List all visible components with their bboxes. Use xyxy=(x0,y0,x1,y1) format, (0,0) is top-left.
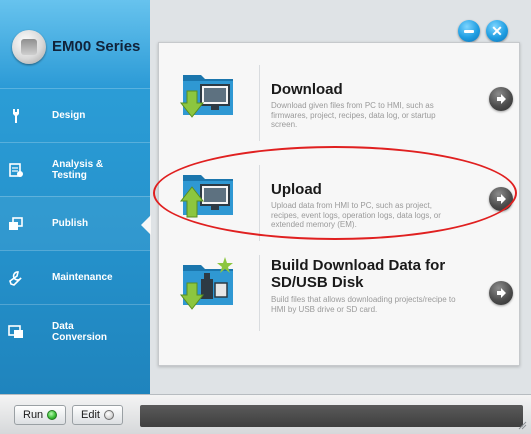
arrow-right-icon xyxy=(497,288,506,298)
build-usb-folder-icon xyxy=(179,257,233,310)
arrow-right-icon xyxy=(497,194,506,204)
download-description: Download given files from PC to HMI, suc… xyxy=(271,101,436,129)
app-title: EM00 Series xyxy=(52,38,141,55)
edit-status-icon xyxy=(103,410,114,420)
bottom-bar: Run Edit xyxy=(0,394,531,434)
sidebar-item-analysis-testing[interactable]: Analysis & Testing xyxy=(0,142,150,196)
run-label: Run xyxy=(23,409,44,421)
upload-folder-icon xyxy=(179,175,233,218)
arrow-right-icon xyxy=(497,94,506,104)
build-download-data-option[interactable]: Build Download Data for SD/USB Disk Buil… xyxy=(159,253,521,339)
app-logo-icon xyxy=(12,30,46,64)
analysis-icon xyxy=(9,163,23,177)
sidebar-item-maintenance[interactable]: Maintenance xyxy=(0,250,150,304)
build-download-data-description: Build files that allows downloading proj… xyxy=(271,295,456,314)
close-icon: ✕ xyxy=(491,22,503,39)
item-divider xyxy=(259,65,260,141)
publish-icon xyxy=(9,217,23,230)
run-mode-button[interactable]: Run xyxy=(14,405,67,425)
edit-mode-button[interactable]: Edit xyxy=(72,405,123,425)
close-button[interactable]: ✕ xyxy=(486,20,508,42)
build-download-data-title: Build Download Data for SD/USB Disk xyxy=(271,257,446,291)
minimize-icon xyxy=(464,29,474,33)
status-bar xyxy=(140,405,523,427)
resize-grip-icon[interactable] xyxy=(517,420,527,430)
minimize-button[interactable] xyxy=(458,20,480,42)
item-divider xyxy=(259,165,260,241)
download-action-button[interactable] xyxy=(489,87,513,111)
sidebar-item-label: Analysis & Testing xyxy=(52,158,104,181)
content-panel: Download Download given files from PC to… xyxy=(158,42,520,366)
download-title: Download xyxy=(271,81,343,98)
download-folder-icon xyxy=(179,75,233,118)
sidebar-item-label: Maintenance xyxy=(52,272,113,283)
sidebar: EM00 Series Design Analysis & Testing Pu… xyxy=(0,0,151,394)
active-indicator xyxy=(141,215,151,235)
upload-title: Upload xyxy=(271,181,322,198)
item-divider xyxy=(259,255,260,331)
upload-option[interactable]: Upload Upload data from HMI to PC, such … xyxy=(159,163,521,249)
maintenance-icon xyxy=(9,271,22,286)
upload-description: Upload data from HMI to PC, such as proj… xyxy=(271,201,441,229)
sidebar-header: EM00 Series xyxy=(0,0,150,88)
app-window: EM00 Series Design Analysis & Testing Pu… xyxy=(0,0,531,434)
run-status-icon xyxy=(47,410,58,420)
sidebar-item-label: Data Conversion xyxy=(52,320,108,343)
sidebar-item-design[interactable]: Design xyxy=(0,88,150,142)
edit-label: Edit xyxy=(81,409,100,421)
sidebar-item-label: Design xyxy=(52,110,86,121)
upload-action-button[interactable] xyxy=(489,187,513,211)
download-option[interactable]: Download Download given files from PC to… xyxy=(159,63,521,149)
data-conversion-icon xyxy=(8,325,23,338)
sidebar-item-label: Publish xyxy=(52,218,89,229)
sidebar-item-publish[interactable]: Publish xyxy=(0,196,151,250)
build-download-data-action-button[interactable] xyxy=(489,281,513,305)
design-icon xyxy=(13,109,19,123)
sidebar-item-data-conversion[interactable]: Data Conversion xyxy=(0,304,150,358)
